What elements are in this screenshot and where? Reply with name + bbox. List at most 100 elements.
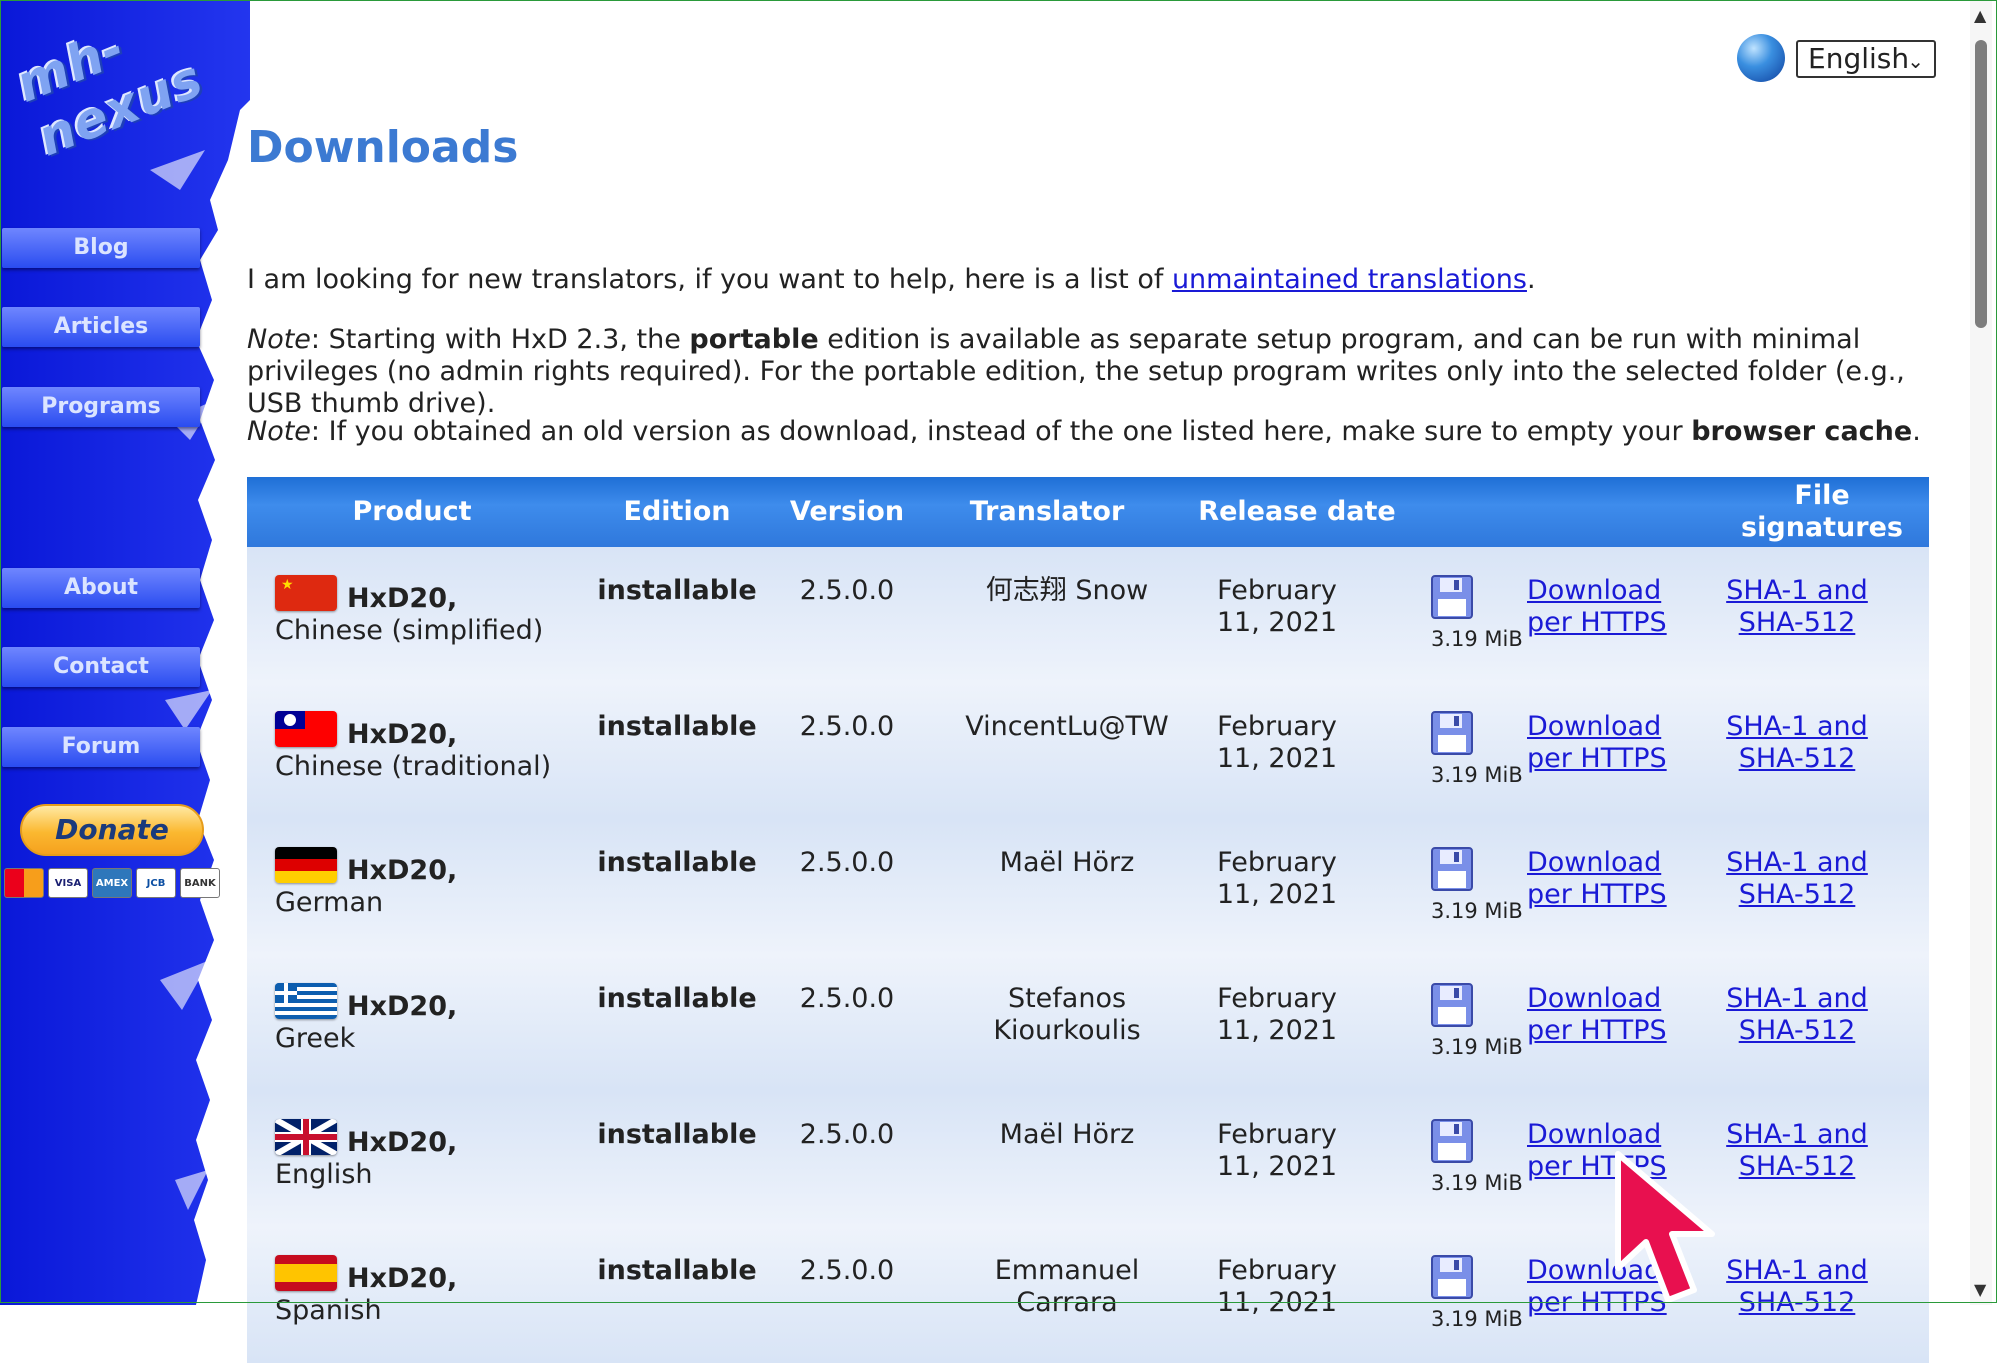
floppy-disk-icon[interactable] [1431, 1255, 1473, 1299]
product-name: HxD20, [347, 1127, 458, 1158]
chevron-down-icon: ⌄ [1907, 49, 1924, 73]
sidebar: mh-nexus Blog Articles Programs About Co… [0, 0, 250, 1305]
page-title: Downloads [247, 122, 519, 173]
mouse-cursor-icon [1615, 1151, 1715, 1303]
file-signatures-link[interactable]: SHA-1 and SHA-512 [1697, 711, 1897, 775]
flag-cn-icon: ★ [275, 575, 337, 611]
translator-cell: 何志翔 Snow [985, 575, 1149, 606]
globe-icon [1737, 34, 1785, 82]
nav-contact-button[interactable]: Contact [2, 647, 200, 687]
file-signatures-link[interactable]: SHA-1 and SHA-512 [1697, 575, 1897, 639]
edition-cell: installable [597, 983, 757, 1014]
intro-text-end: . [1526, 264, 1536, 295]
table-row: ★ HxD20, Chinese (simplified) installable 2.… [247, 547, 1929, 683]
flag-gb-icon [275, 1119, 337, 1155]
note-label: Note [247, 416, 311, 447]
release-date-cell: February 11, 2021 [1216, 1119, 1338, 1182]
product-name: HxD20, [347, 583, 458, 614]
product-language: English [275, 1159, 373, 1190]
release-date-cell: February 11, 2021 [1216, 1255, 1338, 1318]
file-signatures-link[interactable]: SHA-1 and SHA-512 [1697, 1119, 1897, 1183]
nav-programs-button[interactable]: Programs [2, 387, 200, 427]
version-cell: 2.5.0.0 [799, 983, 895, 1014]
bank-icon: BANK [180, 868, 220, 898]
version-cell: 2.5.0.0 [799, 711, 895, 742]
release-date-cell: February 11, 2021 [1216, 847, 1338, 910]
translator-cell: Emmanuel Carrara [994, 1255, 1140, 1318]
table-row: HxD20, Chinese (traditional) installable 2.… [247, 683, 1929, 819]
note-cache: Note: If you obtained an old version as … [247, 416, 1927, 448]
mastercard-icon [4, 868, 44, 898]
jcb-icon: JCB [136, 868, 176, 898]
amex-icon: AMEX [92, 868, 132, 898]
donate-button[interactable]: Donate [20, 804, 204, 856]
flag-es-icon [275, 1255, 337, 1291]
product-name: HxD20, [347, 719, 458, 750]
product-language: German [275, 887, 384, 918]
language-selected-value: English [1808, 42, 1910, 75]
nav-about-button[interactable]: About [2, 568, 200, 608]
download-https-link[interactable]: Download per HTTPS [1527, 575, 1677, 639]
download-https-link[interactable]: Download per HTTPS [1527, 711, 1677, 775]
product-language: Spanish [275, 1295, 382, 1326]
edition-cell: installable [597, 575, 757, 606]
floppy-disk-icon[interactable] [1431, 575, 1473, 619]
file-size: 3.19 MiB [1431, 1307, 1523, 1331]
nav-forum-button[interactable]: Forum [2, 727, 200, 767]
note-label: Note [247, 324, 311, 355]
edition-cell: installable [597, 1255, 757, 1286]
flag-tw-icon [275, 711, 337, 747]
file-signatures-link[interactable]: SHA-1 and SHA-512 [1697, 847, 1897, 911]
edition-cell: installable [597, 711, 757, 742]
file-signatures-link[interactable]: SHA-1 and SHA-512 [1697, 983, 1897, 1047]
version-cell: 2.5.0.0 [799, 575, 895, 606]
intro-paragraph: I am looking for new translators, if you… [247, 264, 1927, 296]
intro-text: I am looking for new translators, if you… [247, 264, 1172, 295]
scrollbar-thumb[interactable] [1975, 40, 1987, 328]
download-https-link[interactable]: Download per HTTPS [1527, 983, 1677, 1047]
floppy-disk-icon[interactable] [1431, 711, 1473, 755]
flag-gr-icon [275, 983, 337, 1019]
flag-de-icon [275, 847, 337, 883]
product-language: Chinese (simplified) [275, 615, 544, 646]
translator-cell: Maël Hörz [999, 847, 1135, 878]
file-size: 3.19 MiB [1431, 899, 1523, 923]
edition-cell: installable [597, 847, 757, 878]
language-select[interactable]: English ⌄ [1796, 40, 1936, 78]
header-release-date: Release date [1198, 496, 1396, 527]
header-translator: Translator [969, 496, 1125, 527]
header-edition: Edition [623, 496, 731, 527]
payment-cards: VISA AMEX JCB BANK [4, 868, 220, 898]
version-cell: 2.5.0.0 [799, 1119, 895, 1150]
note-text: : Starting with HxD 2.3, the [310, 324, 690, 355]
product-language: Greek [275, 1023, 356, 1054]
translator-cell: Stefanos Kiourkoulis [993, 983, 1141, 1046]
header-file-signatures: File signatures [1741, 480, 1903, 543]
version-cell: 2.5.0.0 [799, 847, 895, 878]
file-size: 3.19 MiB [1431, 1171, 1523, 1195]
version-cell: 2.5.0.0 [799, 1255, 895, 1286]
visa-icon: VISA [48, 868, 88, 898]
floppy-disk-icon[interactable] [1431, 1119, 1473, 1163]
file-size: 3.19 MiB [1431, 763, 1523, 787]
scroll-down-arrow-icon[interactable]: ▼ [1974, 1280, 1986, 1299]
nav-blog-button[interactable]: Blog [2, 228, 200, 268]
download-https-link[interactable]: Download per HTTPS [1527, 847, 1677, 911]
table-row: HxD20, German installable 2.5.0.0 Maël Hörz F… [247, 819, 1929, 955]
nav-articles-button[interactable]: Articles [2, 307, 200, 347]
scroll-up-arrow-icon[interactable]: ▲ [1974, 6, 1986, 25]
unmaintained-translations-link[interactable]: unmaintained translations [1172, 264, 1527, 295]
table-row: HxD20, Greek installable 2.5.0.0 Stefanos Ki… [247, 955, 1929, 1091]
edition-cell: installable [597, 1119, 757, 1150]
file-size: 3.19 MiB [1431, 627, 1523, 651]
translator-cell: VincentLu@TW [965, 711, 1169, 742]
product-language: Chinese (traditional) [275, 751, 552, 782]
note-bold: browser cache [1691, 416, 1913, 447]
product-name: HxD20, [347, 991, 458, 1022]
release-date-cell: February 11, 2021 [1216, 983, 1338, 1046]
floppy-disk-icon[interactable] [1431, 983, 1473, 1027]
floppy-disk-icon[interactable] [1431, 847, 1473, 891]
release-date-cell: February 11, 2021 [1216, 575, 1338, 638]
note-bold: portable [689, 324, 819, 355]
file-signatures-link[interactable]: SHA-1 and SHA-512 [1697, 1255, 1897, 1319]
